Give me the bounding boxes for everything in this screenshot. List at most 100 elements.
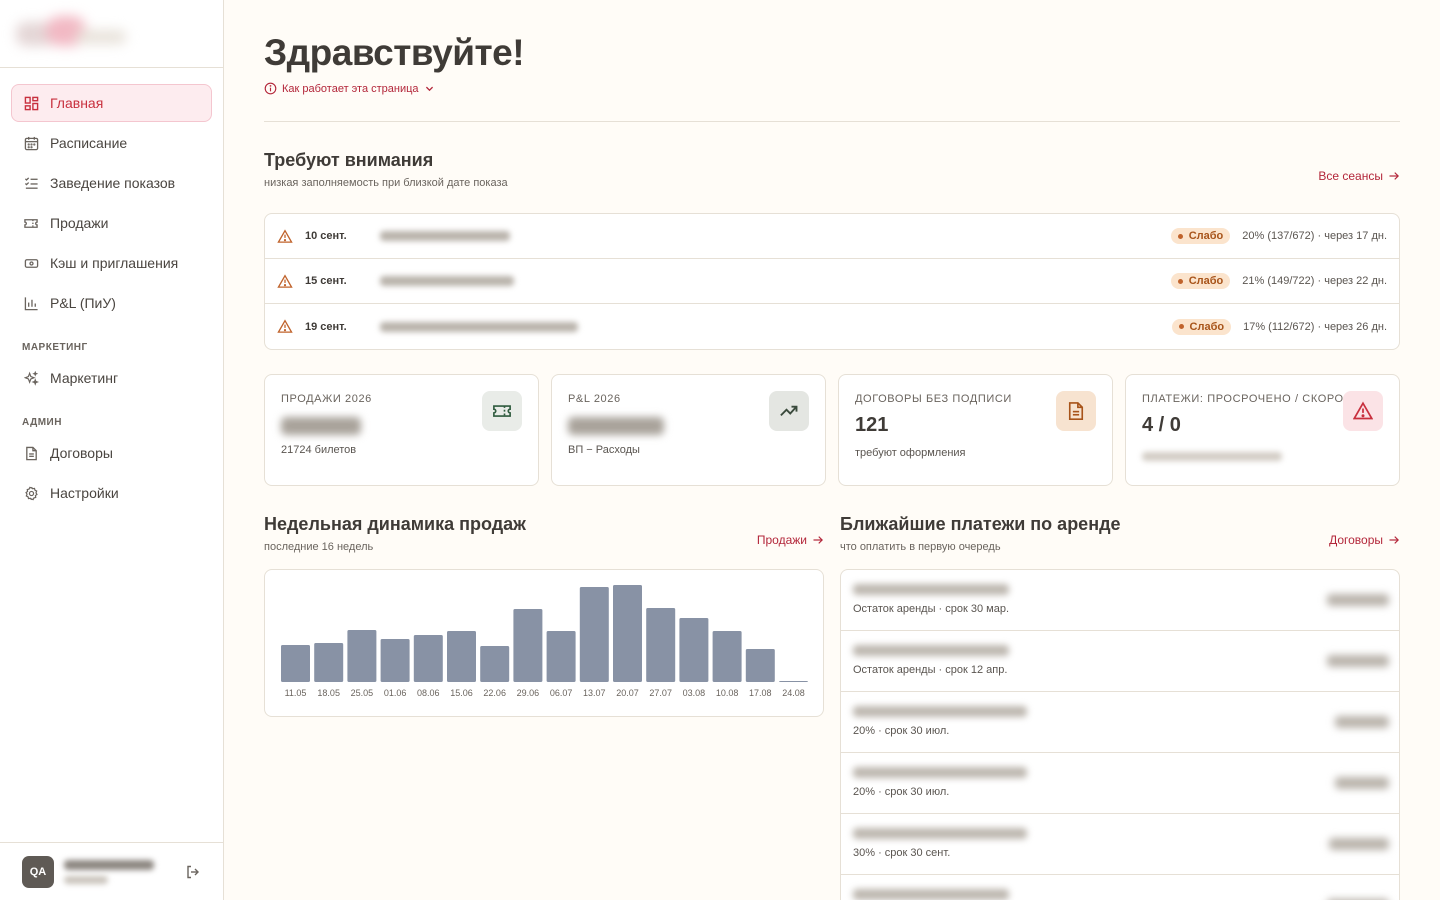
sidebar-item-schedule[interactable]: Расписание <box>11 124 212 162</box>
chart-bar-08.06[interactable] <box>413 635 443 682</box>
all-sessions-label: Все сеансы <box>1318 169 1383 183</box>
sidebar-item-label: Настройки <box>50 485 119 501</box>
chart-bar-20.07[interactable] <box>613 585 642 682</box>
chart-bar-13.07[interactable] <box>579 587 609 682</box>
card-payments[interactable]: ПЛАТЕЖИ: ПРОСРОЧЕНО / СКОРО 4 / 0 <box>1125 374 1400 486</box>
sidebar-item-label: P&L (ПиУ) <box>50 295 116 311</box>
chart-tick-label: 13.07 <box>583 688 606 698</box>
payment-amount-redacted <box>1327 594 1389 606</box>
document-icon <box>1056 391 1096 431</box>
sidebar-item-label: Договоры <box>50 445 113 461</box>
chart-tick-label: 22.06 <box>483 688 506 698</box>
chart-bar-25.05[interactable] <box>347 630 377 682</box>
chart-tick-label: 03.08 <box>683 688 706 698</box>
sidebar-item-home[interactable]: Главная <box>11 84 212 122</box>
card-sub: ВП − Расходы <box>568 444 640 456</box>
list-item[interactable]: 20% · срок 30 июл. <box>841 692 1399 753</box>
payment-title-redacted <box>853 767 1027 778</box>
sidebar-item-cash[interactable]: Кэш и приглашения <box>11 244 212 282</box>
session-date: 10 сент. <box>305 230 347 242</box>
sidebar-item-shows[interactable]: Заведение показов <box>11 164 212 202</box>
chart-tick-label: 08.06 <box>417 688 440 698</box>
alert-triangle-icon <box>1343 391 1383 431</box>
attention-list: 10 сент. Слабо 20% (137/672) · через 17 … <box>264 213 1400 350</box>
list-item[interactable]: 10 сент. Слабо 20% (137/672) · через 17 … <box>265 214 1399 259</box>
list-check-icon <box>23 175 39 191</box>
list-item[interactable] <box>841 875 1399 900</box>
chart-bar-15.06[interactable] <box>447 631 476 682</box>
chart-bar-03.08[interactable] <box>679 618 709 682</box>
chart-bar-24.08[interactable] <box>779 681 808 682</box>
payment-title-redacted <box>853 584 1009 595</box>
contracts-link-label: Договоры <box>1329 533 1383 547</box>
logo[interactable] <box>0 0 223 68</box>
chart-bar-01.06[interactable] <box>380 639 410 682</box>
card-value-redacted <box>568 417 664 435</box>
card-pnl[interactable]: P&L 2026 ВП − Расходы <box>551 374 826 486</box>
sidebar-item-pnl[interactable]: P&L (ПиУ) <box>11 284 212 322</box>
session-name-redacted <box>380 276 514 286</box>
sales-chart: 11.05 18.05 25.05 01.06 08.06 15.06 22.06 29.06… <box>264 569 824 717</box>
howto-label: Как работает эта страница <box>282 82 419 95</box>
all-sessions-link[interactable]: Все сеансы <box>1318 169 1400 183</box>
chart-tick-label: 27.07 <box>649 688 672 698</box>
sales-link-label: Продажи <box>756 533 807 547</box>
chart-tick-label: 15.06 <box>450 688 473 698</box>
sidebar-item-contracts[interactable]: Договоры <box>11 434 212 472</box>
card-sub-redacted <box>1142 452 1282 461</box>
sales-title: Недельная динамика продаж <box>264 514 526 534</box>
bar-chart-icon <box>23 295 39 311</box>
sidebar-item-marketing[interactable]: Маркетинг <box>11 359 212 397</box>
list-item[interactable]: Остаток аренды · срок 12 апр. <box>841 631 1399 692</box>
chart-bar-29.06[interactable] <box>513 609 543 682</box>
page-title: Здравствуйте! <box>264 32 525 73</box>
chart-bar-27.07[interactable] <box>646 608 676 682</box>
card-sales[interactable]: ПРОДАЖИ 2026 21724 билетов <box>264 374 539 486</box>
arrow-right-icon <box>813 536 823 544</box>
info-icon <box>264 82 277 95</box>
payment-title-redacted <box>853 706 1027 717</box>
avatar[interactable]: QA <box>22 855 54 888</box>
status-badge-label: Слабо <box>1189 320 1225 333</box>
arrow-right-icon <box>1389 536 1399 544</box>
session-date: 19 сент. <box>305 320 347 333</box>
sidebar-item-label: Главная <box>50 95 104 111</box>
user-panel: QA <box>0 842 223 900</box>
status-badge: Слабо <box>1170 228 1231 244</box>
kpi-cards: ПРОДАЖИ 2026 21724 билетов P&L 2026 ВП −… <box>264 374 1400 486</box>
howto-toggle[interactable]: Как работает эта страница <box>264 82 1400 95</box>
main-content: Здравствуйте! Как работает эта страница … <box>264 0 1400 900</box>
payments-subtitle: что оплатить в первую очередь <box>840 541 1001 553</box>
chart-bar-22.06[interactable] <box>480 646 510 682</box>
contracts-link[interactable]: Договоры <box>1329 533 1400 547</box>
list-item[interactable]: Остаток аренды · срок 30 мар. <box>841 570 1399 631</box>
chart-tick-label: 10.08 <box>716 688 739 698</box>
list-item[interactable]: 15 сент. Слабо 21% (149/722) · через 22 … <box>265 259 1399 304</box>
sidebar-item-sales[interactable]: Продажи <box>11 204 212 242</box>
sidebar-item-settings[interactable]: Настройки <box>11 474 212 512</box>
card-contracts[interactable]: ДОГОВОРЫ БЕЗ ПОДПИСИ 121 требуют оформле… <box>838 374 1113 486</box>
list-item[interactable]: 20% · срок 30 июл. <box>841 753 1399 814</box>
logo-image <box>16 16 126 54</box>
sparkles-icon <box>23 370 39 386</box>
chart-bar-10.08[interactable] <box>712 631 742 682</box>
session-stat: 21% (149/722) · через 22 дн. <box>1242 275 1387 287</box>
sales-subtitle: последние 16 недель <box>264 541 374 553</box>
sidebar-item-label: Расписание <box>50 135 128 151</box>
payment-title-redacted <box>853 828 1027 839</box>
ticket-icon <box>482 391 522 431</box>
attention-title: Требуют внимания <box>264 150 434 170</box>
chart-bar-06.07[interactable] <box>546 631 576 682</box>
arrow-right-icon <box>1389 172 1399 180</box>
session-stat: 20% (137/672) · через 17 дн. <box>1242 230 1387 242</box>
chart-bar-17.08[interactable] <box>745 649 775 682</box>
logout-icon[interactable] <box>185 864 201 880</box>
payments-title: Ближайшие платежи по аренде <box>840 514 1121 534</box>
list-item[interactable]: 30% · срок 30 сент. <box>841 814 1399 875</box>
sales-link[interactable]: Продажи <box>757 533 824 547</box>
chart-bar-11.05[interactable] <box>281 645 310 682</box>
sidebar-item-label: Кэш и приглашения <box>50 255 179 271</box>
status-badge: Слабо <box>1171 318 1232 335</box>
chart-bar-18.05[interactable] <box>314 643 344 682</box>
list-item[interactable]: 19 сент. Слабо 17% (112/672) · через 26 … <box>265 304 1399 349</box>
